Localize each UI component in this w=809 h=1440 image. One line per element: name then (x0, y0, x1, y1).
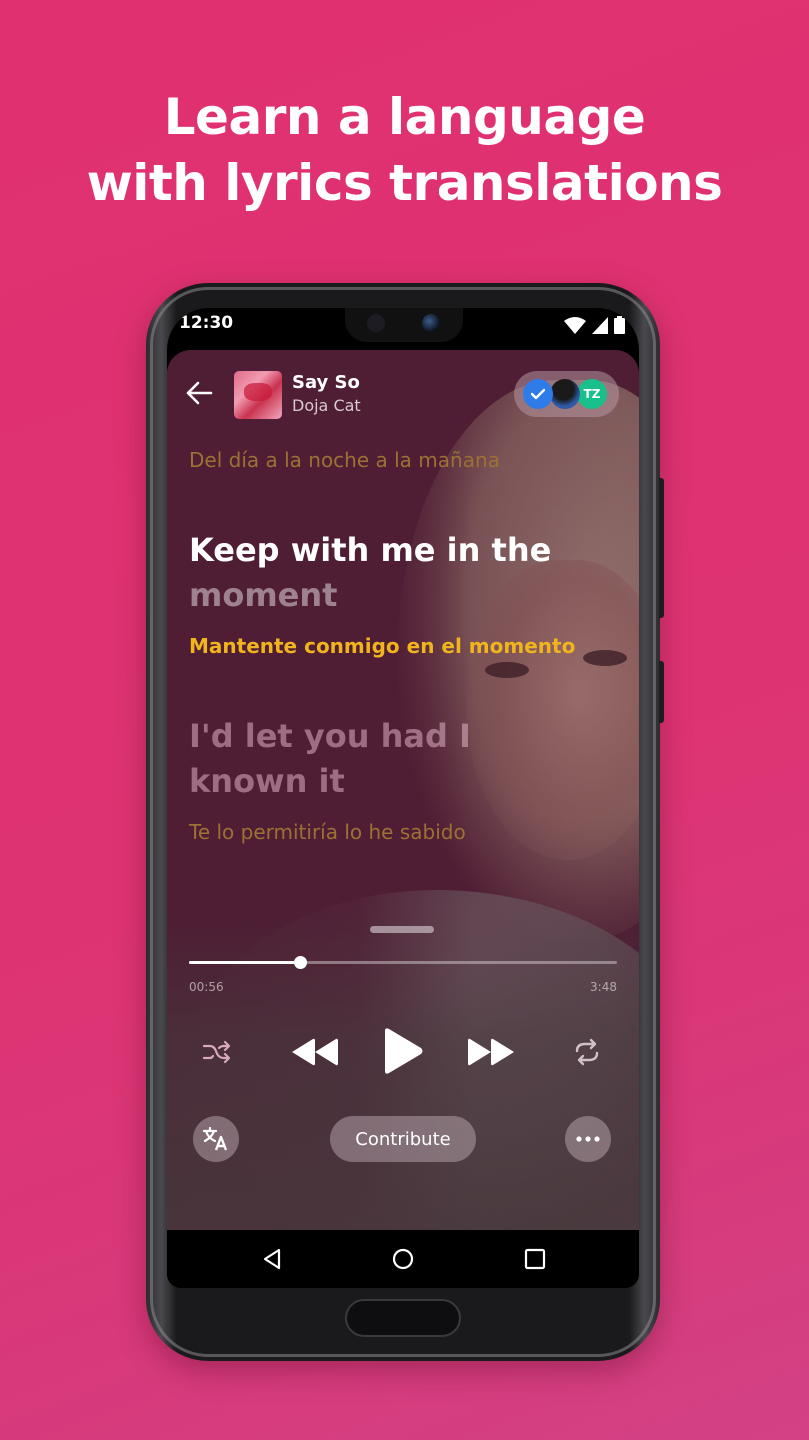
contribute-button[interactable]: Contribute (330, 1116, 476, 1162)
lyric-next-line-1: I'd let you had I (189, 717, 471, 755)
home-hardware-button (345, 1299, 461, 1337)
more-options-button[interactable] (565, 1116, 611, 1162)
album-art[interactable] (234, 371, 282, 419)
verified-avatar (523, 379, 553, 409)
player-header: Say So Doja Cat TZ (167, 350, 639, 430)
phone-frame: 12:30 Say So Doja Cat TZ Del día a la no… (146, 283, 664, 1361)
lyric-unsung-text: moment (189, 576, 338, 614)
nav-back-button[interactable] (259, 1246, 285, 1272)
headline-line-1: Learn a language (163, 88, 646, 146)
arrow-left-icon (186, 381, 213, 405)
lyric-translation-previous[interactable]: Del día a la noche a la mañana (189, 448, 619, 472)
wifi-icon (564, 316, 586, 334)
status-icons (564, 316, 625, 334)
camera-icon (422, 314, 440, 332)
android-nav-bar (167, 1230, 639, 1288)
back-button[interactable] (185, 380, 217, 408)
playback-controls (167, 1022, 639, 1082)
nav-home-icon (392, 1248, 414, 1270)
progress-fill (189, 961, 301, 964)
progress-slider[interactable] (189, 954, 617, 974)
lyric-line-active[interactable]: Keep with me in the moment (189, 528, 619, 618)
rewind-icon (292, 1038, 338, 1066)
shuffle-button[interactable] (197, 1032, 237, 1072)
status-bar: 12:30 (167, 308, 639, 350)
action-row: Contribute (167, 1115, 639, 1165)
rewind-button[interactable] (287, 1032, 343, 1072)
lyric-translation-active[interactable]: Mantente conmigo en el momento (189, 634, 619, 658)
signal-icon (592, 316, 608, 334)
battery-icon (614, 316, 625, 334)
sensor-icon (367, 314, 385, 332)
more-horizontal-icon (576, 1136, 600, 1142)
progress-thumb[interactable] (294, 956, 308, 969)
camera-notch (345, 308, 463, 342)
fast-forward-button[interactable] (463, 1032, 519, 1072)
contributor-avatar-photo (550, 379, 580, 409)
nav-recents-button[interactable] (522, 1246, 548, 1272)
play-button[interactable] (377, 1024, 429, 1078)
lyric-next-line-2: known it (189, 762, 345, 800)
elapsed-time: 00:56 (189, 980, 224, 994)
total-time: 3:48 (590, 980, 617, 994)
nav-back-icon (263, 1248, 281, 1270)
shuffle-icon (202, 1040, 231, 1064)
fast-forward-icon (468, 1038, 514, 1066)
nav-recents-icon (524, 1248, 546, 1270)
status-time: 12:30 (179, 313, 234, 333)
drag-handle[interactable] (370, 926, 434, 933)
nav-home-button[interactable] (390, 1246, 416, 1272)
phone-screen: 12:30 Say So Doja Cat TZ Del día a la no… (167, 308, 639, 1288)
lyric-sung-text: Keep with me in the (189, 531, 552, 569)
volume-button (659, 478, 664, 618)
contributor-avatar-initials: TZ (577, 379, 607, 409)
contributors-button[interactable]: TZ (514, 371, 619, 417)
translate-icon (203, 1127, 228, 1151)
repeat-icon (575, 1038, 599, 1066)
power-button (659, 661, 664, 723)
repeat-button[interactable] (567, 1032, 607, 1072)
promo-headline: Learn a language with lyrics translation… (0, 84, 809, 216)
track-artist[interactable]: Doja Cat (292, 396, 361, 415)
lyrics-player: Say So Doja Cat TZ Del día a la noche a … (167, 350, 639, 1230)
checkmark-icon (531, 388, 545, 400)
play-icon (385, 1028, 423, 1074)
headline-line-2: with lyrics translations (86, 154, 723, 212)
translate-button[interactable] (193, 1116, 239, 1162)
track-title[interactable]: Say So (292, 372, 360, 393)
lyric-line-next[interactable]: I'd let you had I known it (189, 714, 619, 804)
lyric-translation-next[interactable]: Te lo permitiría lo he sabido (189, 820, 619, 844)
